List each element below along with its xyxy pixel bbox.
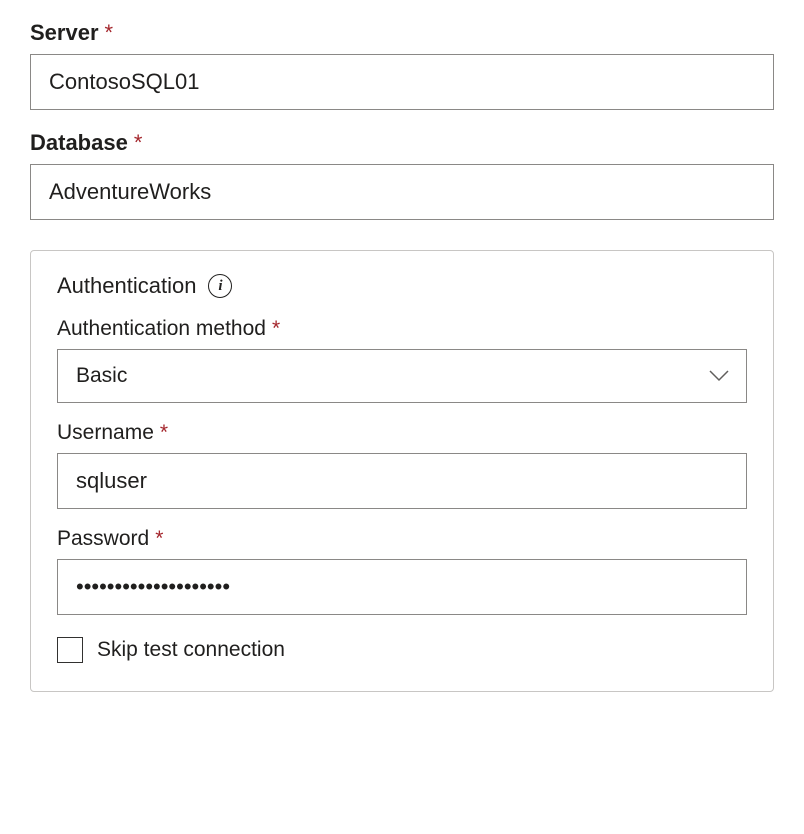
- authentication-title: Authentication i: [57, 273, 747, 299]
- server-label-text: Server: [30, 20, 99, 46]
- database-label: Database *: [30, 130, 774, 156]
- auth-method-group: Authentication method *: [57, 317, 747, 403]
- required-indicator: *: [134, 130, 143, 156]
- authentication-title-text: Authentication: [57, 273, 196, 299]
- skip-test-label: Skip test connection: [97, 638, 285, 662]
- server-input[interactable]: [30, 54, 774, 110]
- required-indicator: *: [272, 317, 280, 341]
- server-group: Server *: [30, 20, 774, 110]
- auth-method-label-text: Authentication method: [57, 317, 266, 341]
- database-input[interactable]: [30, 164, 774, 220]
- password-group: Password *: [57, 527, 747, 615]
- required-indicator: *: [105, 20, 114, 46]
- server-label: Server *: [30, 20, 774, 46]
- auth-method-select-wrap: [57, 349, 747, 403]
- username-label-text: Username: [57, 421, 154, 445]
- password-label-text: Password: [57, 527, 149, 551]
- skip-test-row: Skip test connection: [57, 637, 747, 663]
- required-indicator: *: [160, 421, 168, 445]
- username-input[interactable]: [57, 453, 747, 509]
- skip-test-checkbox[interactable]: [57, 637, 83, 663]
- authentication-panel: Authentication i Authentication method *: [30, 250, 774, 692]
- database-label-text: Database: [30, 130, 128, 156]
- username-group: Username *: [57, 421, 747, 509]
- required-indicator: *: [155, 527, 163, 551]
- password-label: Password *: [57, 527, 747, 551]
- connection-form: Server * Database * Authentication i Aut…: [0, 0, 804, 722]
- username-label: Username *: [57, 421, 747, 445]
- password-input[interactable]: [57, 559, 747, 615]
- auth-method-select[interactable]: [57, 349, 747, 403]
- info-icon[interactable]: i: [208, 274, 232, 298]
- database-group: Database *: [30, 130, 774, 220]
- auth-method-label: Authentication method *: [57, 317, 747, 341]
